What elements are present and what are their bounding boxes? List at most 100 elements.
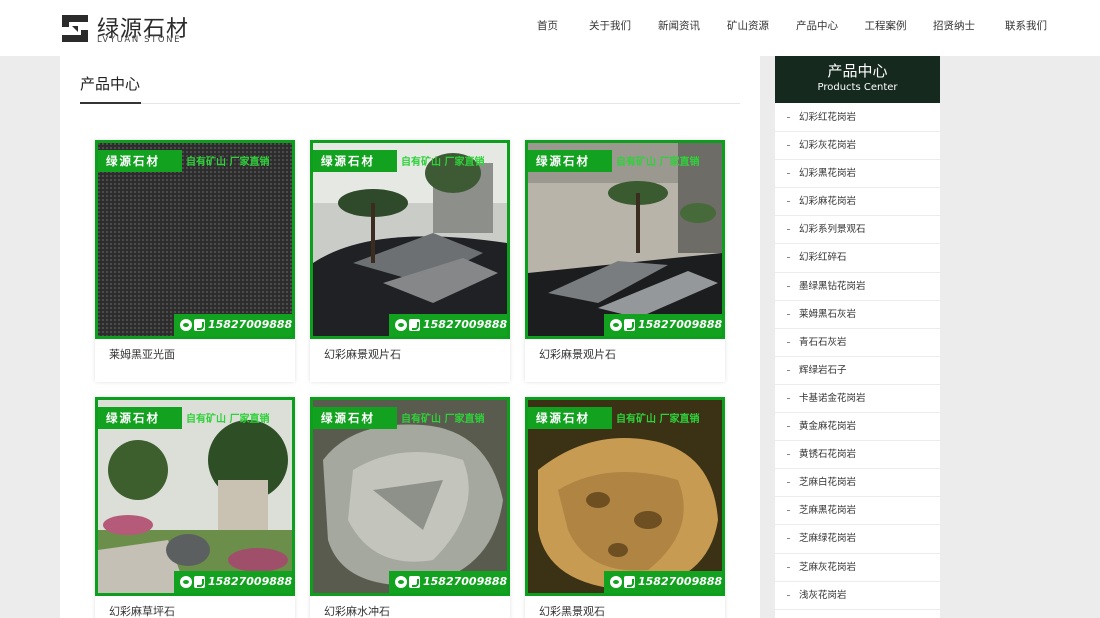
product-caption[interactable]: 幻彩麻景观片石 (324, 346, 401, 362)
watermark-phone: 15827009888 (174, 314, 292, 336)
nav-item[interactable]: 招贤纳士 (920, 0, 988, 56)
nav-item[interactable]: 产品中心 (783, 0, 851, 56)
sidebar-category-item[interactable]: 幻彩系列景观石 (775, 216, 940, 245)
sidebar-category-item[interactable]: 辉绿岩石子 (775, 357, 940, 385)
nav-item[interactable]: 联系我们 (988, 0, 1064, 56)
watermark-phone-number: 15827009888 (423, 318, 507, 331)
wechat-icon (180, 576, 192, 588)
sidebar-category-item[interactable]: 幻彩黑花岗岩 (775, 160, 940, 189)
sidebar-category-item[interactable]: 幻彩灰花岗岩 (775, 132, 940, 161)
product-caption[interactable]: 幻彩麻草坪石 (109, 603, 175, 618)
sidebar-category-item[interactable]: 幻彩麻花岗岩 (775, 188, 940, 217)
product-caption[interactable]: 幻彩麻水冲石 (324, 603, 390, 618)
sidebar-category-item[interactable]: 芝麻绿花岗岩 (775, 525, 940, 554)
sidebar-category-item[interactable]: 黄金麻花岗岩 (775, 413, 940, 442)
phone-icon (624, 576, 635, 588)
watermark-phone-number: 15827009888 (638, 575, 722, 588)
nav-item[interactable]: 矿山资源 (713, 0, 783, 56)
watermark-brand: 绿源石材 (528, 150, 612, 172)
wechat-icon (610, 576, 622, 588)
product-card[interactable]: 绿源石材 自有矿山 厂家直销 15827009888 幻彩麻景观片石 (525, 140, 725, 382)
logo-english-text: LVYUAN STONE (97, 35, 182, 45)
sidebar-category-list: 幻彩红花岗岩 幻彩灰花岗岩 幻彩黑花岗岩 幻彩麻花岗岩 幻彩系列景观石 幻彩红碎石 墨绿黑钻… (775, 104, 940, 610)
product-card[interactable]: 绿源石材 自有矿山 厂家直销 15827009888 幻彩黑景观石 (525, 397, 725, 618)
title-divider (80, 103, 740, 104)
product-photo[interactable]: 绿源石材 自有矿山 厂家直销 15827009888 (95, 397, 295, 596)
product-photo[interactable]: 绿源石材 自有矿山 厂家直销 15827009888 (310, 140, 510, 339)
watermark-phone: 15827009888 (389, 571, 507, 593)
product-photo[interactable]: 绿源石材 自有矿山 厂家直销 15827009888 (525, 140, 725, 339)
wechat-icon (395, 576, 407, 588)
watermark-slogan: 自有矿山 厂家直销 (616, 414, 700, 425)
watermark-brand: 绿源石材 (313, 150, 397, 172)
phone-icon (194, 576, 205, 588)
site-logo[interactable]: 绿源石材 LVYUAN STONE (60, 13, 200, 47)
watermark-phone: 15827009888 (174, 571, 292, 593)
watermark-phone-number: 15827009888 (423, 575, 507, 588)
sidebar-category-item[interactable]: 莱姆黑石灰岩 (775, 301, 940, 329)
sidebar-category-item[interactable]: 芝麻白花岗岩 (775, 469, 940, 498)
product-image: 绿源石材 自有矿山 厂家直销 15827009888 (98, 400, 292, 593)
phone-icon (624, 319, 635, 331)
watermark-brand: 绿源石材 (98, 407, 182, 429)
product-card[interactable]: 绿源石材 自有矿山 厂家直销 15827009888 莱姆黑亚光面 (95, 140, 295, 382)
phone-icon (409, 576, 420, 588)
product-image: 绿源石材 自有矿山 厂家直销 15827009888 (528, 143, 722, 336)
wechat-icon (180, 319, 192, 331)
sidebar-category-item[interactable]: 芝麻灰花岗岩 (775, 554, 940, 582)
product-image: 绿源石材 自有矿山 厂家直销 15827009888 (528, 400, 722, 593)
wechat-icon (395, 319, 407, 331)
watermark-slogan: 自有矿山 厂家直销 (186, 157, 270, 168)
phone-icon (409, 319, 420, 331)
nav-item[interactable]: 关于我们 (575, 0, 645, 56)
watermark-phone-number: 15827009888 (208, 575, 292, 588)
title-underline (80, 102, 141, 104)
watermark-slogan: 自有矿山 厂家直销 (401, 157, 485, 168)
product-caption[interactable]: 莱姆黑亚光面 (109, 346, 175, 362)
sidebar-category-item[interactable]: 青石石灰岩 (775, 329, 940, 357)
product-card[interactable]: 绿源石材 自有矿山 厂家直销 15827009888 幻彩麻景观片石 (310, 140, 510, 382)
product-sidebar: 产品中心 Products Center 幻彩红花岗岩 幻彩灰花岗岩 幻彩黑花岗岩幻… (775, 56, 940, 618)
sidebar-header: 产品中心 Products Center (775, 56, 940, 103)
product-image: 绿源石材 自有矿山 厂家直销 15827009888 (98, 143, 292, 336)
product-image: 绿源石材 自有矿山 厂家直销 15827009888 (313, 143, 507, 336)
watermark-slogan: 自有矿山 厂家直销 (401, 414, 485, 425)
product-caption[interactable]: 幻彩黑景观石 (539, 603, 605, 618)
sidebar-category-item[interactable]: 黄锈石花岗岩 (775, 441, 940, 470)
page-title: 产品中心 (80, 75, 141, 93)
phone-icon (194, 319, 205, 331)
watermark-brand: 绿源石材 (98, 150, 182, 172)
logo-mark-icon (62, 15, 88, 42)
product-caption[interactable]: 幻彩麻景观片石 (539, 346, 616, 362)
product-photo[interactable]: 绿源石材 自有矿山 厂家直销 15827009888 (95, 140, 295, 339)
product-photo[interactable]: 绿源石材 自有矿山 厂家直销 15827009888 (525, 397, 725, 596)
sidebar-category-item[interactable]: 芝麻黑花岗岩 (775, 497, 940, 526)
main-content: 产品中心 绿源石材 自有矿山 厂家直销 15827009888 莱姆黑亚光面 绿源石材自… (60, 56, 760, 618)
sidebar-category-item[interactable]: 墨绿黑钻花岗岩 (775, 273, 940, 301)
product-card[interactable]: 绿源石材 自有矿山 厂家直销 15827009888 幻彩麻水冲石 (310, 397, 510, 618)
sidebar-category-item[interactable]: 卡基诺金花岗岩 (775, 385, 940, 414)
watermark-brand: 绿源石材 (313, 407, 397, 429)
product-card[interactable]: 绿源石材 自有矿山 厂家直销 15827009888 幻彩麻草坪石 (95, 397, 295, 618)
nav-item[interactable]: 首页 (520, 0, 575, 56)
sidebar-title: 产品中心 (827, 62, 888, 80)
wechat-icon (610, 319, 622, 331)
site-header: 绿源石材 LVYUAN STONE 首页 关于我们 新闻资讯 矿山资源 产品中心 工程案例… (0, 0, 1100, 56)
sidebar-category-item[interactable]: 幻彩红花岗岩 (775, 104, 940, 133)
sidebar-category-item[interactable]: 浅灰花岗岩 (775, 582, 940, 610)
sidebar-subtitle: Products Center (817, 82, 898, 93)
product-photo[interactable]: 绿源石材 自有矿山 厂家直销 15827009888 (310, 397, 510, 596)
main-nav: 首页 关于我们 新闻资讯 矿山资源 产品中心 工程案例 招贤纳士 联系我们 (520, 0, 1064, 56)
watermark-phone: 15827009888 (604, 314, 722, 336)
watermark-phone: 15827009888 (389, 314, 507, 336)
sidebar-category-item[interactable]: 幻彩红碎石 (775, 244, 940, 273)
watermark-brand: 绿源石材 (528, 407, 612, 429)
watermark-slogan: 自有矿山 厂家直销 (186, 414, 270, 425)
watermark-slogan: 自有矿山 厂家直销 (616, 157, 700, 168)
nav-item[interactable]: 新闻资讯 (645, 0, 713, 56)
watermark-phone: 15827009888 (604, 571, 722, 593)
watermark-phone-number: 15827009888 (208, 318, 292, 331)
watermark-phone-number: 15827009888 (638, 318, 722, 331)
product-image: 绿源石材 自有矿山 厂家直销 15827009888 (313, 400, 507, 593)
nav-item[interactable]: 工程案例 (851, 0, 920, 56)
